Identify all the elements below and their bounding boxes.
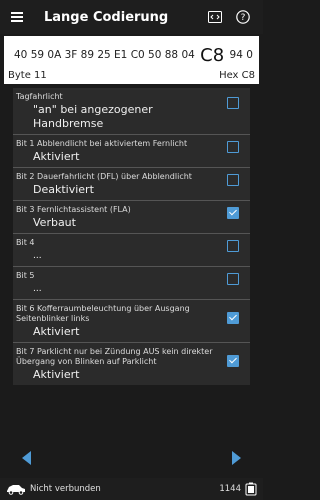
svg-text:?: ? xyxy=(241,13,246,23)
list-item[interactable]: Bit 2 Dauerfahrlicht (DFL) über Abblendl… xyxy=(13,168,250,201)
help-icon: ? xyxy=(236,10,250,24)
hex-bytes[interactable]: 40 59 0A 3F 89 25 E1 C0 50 88 04 C8 94 0 xyxy=(14,45,253,66)
help-button[interactable]: ? xyxy=(235,9,251,25)
hex-label: Hex C8 xyxy=(219,70,255,81)
row-checkbox[interactable] xyxy=(227,273,239,285)
code-button[interactable] xyxy=(207,9,223,25)
row-value: ... xyxy=(33,284,42,294)
row-label: Bit 4 xyxy=(16,238,35,247)
hex-bytes-after: 94 0 xyxy=(229,49,253,61)
row-checkbox[interactable] xyxy=(227,97,239,109)
list-item[interactable]: Bit 6 Kofferraumbeleuchtung über Ausgang… xyxy=(13,300,250,343)
row-checkbox[interactable] xyxy=(227,174,239,186)
status-bar: Nicht verbunden 1144 xyxy=(0,478,263,500)
list-item[interactable]: Bit 5 ... xyxy=(13,267,250,300)
menu-icon xyxy=(11,10,23,24)
arrow-right-icon xyxy=(232,451,241,465)
previous-button[interactable] xyxy=(21,450,33,465)
row-checkbox[interactable] xyxy=(227,312,239,324)
next-button[interactable] xyxy=(230,450,242,465)
list-item[interactable]: Bit 4 ... xyxy=(13,234,250,267)
list-item[interactable]: Bit 7 Parklicht nur bei Zündung AUS kein… xyxy=(13,343,250,385)
arrow-left-icon xyxy=(22,451,31,465)
row-label: Bit 3 Fernlichtassistent (FLA) xyxy=(16,205,131,214)
row-label: Bit 7 Parklicht nur bei Zündung AUS kein… xyxy=(16,347,213,366)
row-value: Verbaut xyxy=(33,216,76,229)
code-icon xyxy=(208,11,222,23)
list-item[interactable]: Tagfahrlicht "an" bei angezogener Handbr… xyxy=(13,88,250,135)
connection-status: Nicht verbunden xyxy=(30,484,101,494)
row-label: Tagfahrlicht xyxy=(16,92,63,101)
battery-icon xyxy=(245,482,257,496)
page-title: Lange Codierung xyxy=(44,9,169,25)
app-bar: Lange Codierung ? xyxy=(0,0,263,34)
row-value: Deaktiviert xyxy=(33,183,94,196)
row-label: Bit 6 Kofferraumbeleuchtung über Ausgang… xyxy=(16,304,190,323)
row-checkbox[interactable] xyxy=(227,141,239,153)
byte-label: Byte 11 xyxy=(8,70,47,81)
row-label: Bit 1 Abblendlicht bei aktiviertem Fernl… xyxy=(16,139,188,148)
list-item[interactable]: Bit 1 Abblendlicht bei aktiviertem Fernl… xyxy=(13,135,250,168)
list-item[interactable]: Bit 3 Fernlichtassistent (FLA) Verbaut xyxy=(13,201,250,234)
row-value: Aktiviert xyxy=(33,325,80,338)
menu-button[interactable] xyxy=(0,0,34,34)
row-checkbox[interactable] xyxy=(227,207,239,219)
status-count: 1144 xyxy=(219,484,241,494)
row-label: Bit 2 Dauerfahrlicht (DFL) über Abblendl… xyxy=(16,172,192,181)
car-icon xyxy=(7,485,25,495)
hex-panel: 40 59 0A 3F 89 25 E1 C0 50 88 04 C8 94 0… xyxy=(4,36,259,84)
row-checkbox[interactable] xyxy=(227,240,239,252)
bit-list: Tagfahrlicht "an" bei angezogener Handbr… xyxy=(13,88,250,385)
row-value: ... xyxy=(33,251,42,261)
row-value: "an" bei angezogener Handbremse xyxy=(33,103,153,130)
row-label: Bit 5 xyxy=(16,271,35,280)
row-value: Aktiviert xyxy=(33,368,80,381)
hex-bytes-before: 40 59 0A 3F 89 25 E1 C0 50 88 04 xyxy=(14,49,195,61)
hex-selected-byte[interactable]: C8 xyxy=(200,45,224,66)
row-value: Aktiviert xyxy=(33,150,80,163)
row-checkbox[interactable] xyxy=(227,355,239,367)
